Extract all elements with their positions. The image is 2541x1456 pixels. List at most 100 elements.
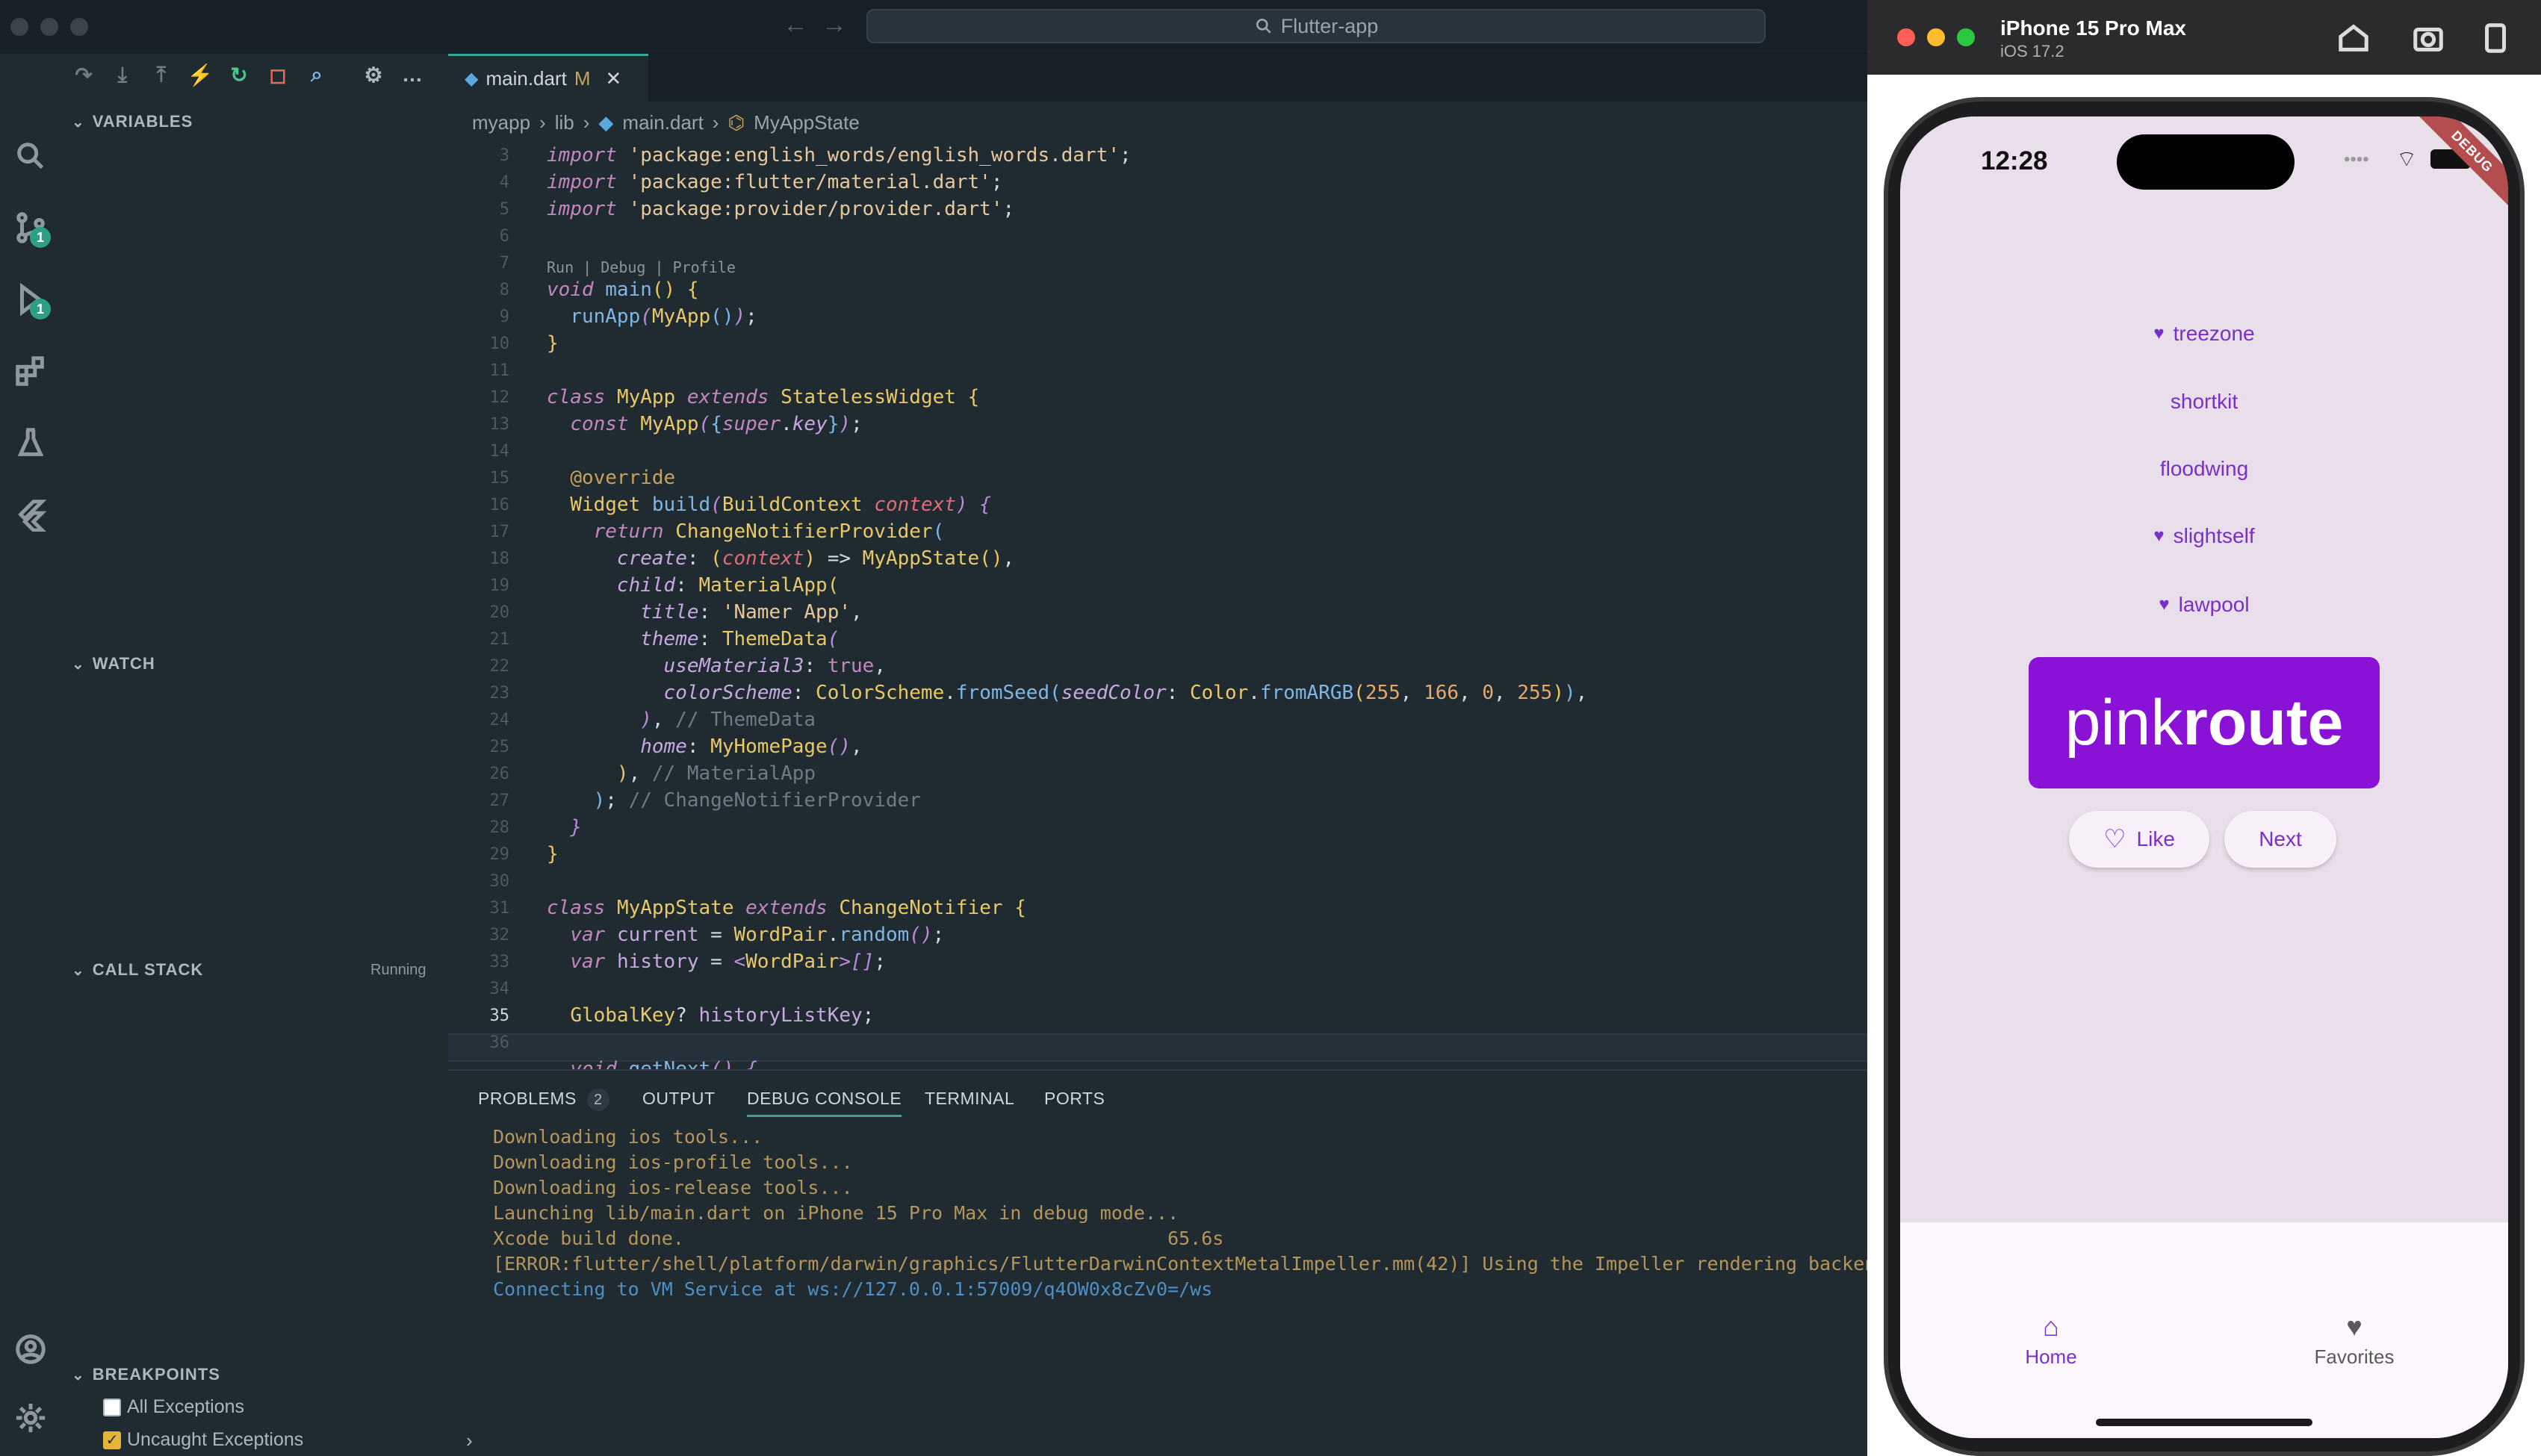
- history-word: shortkit: [2170, 390, 2238, 413]
- chevron-right-icon: ›: [583, 111, 590, 134]
- restart-icon[interactable]: ↻: [224, 61, 254, 88]
- breakpoints-label: BREAKPOINTS: [92, 1365, 220, 1384]
- close-icon[interactable]: ✕: [606, 67, 622, 90]
- code-line: ), // MaterialApp: [616, 762, 816, 785]
- breakpoint-checkbox[interactable]: ✓: [103, 1431, 121, 1449]
- step-into-icon[interactable]: ⤓: [108, 61, 137, 88]
- source-control-badge: 1: [30, 227, 51, 248]
- history-word: slightself: [2173, 524, 2255, 547]
- nav-home[interactable]: ⌂ Home: [1976, 1311, 2126, 1369]
- history-item[interactable]: floodwing: [1900, 457, 2508, 481]
- run-debug-icon[interactable]: 1: [10, 279, 51, 320]
- line-number: 35: [489, 1007, 510, 1025]
- watch-section-header[interactable]: ⌄ WATCH: [72, 654, 155, 673]
- editor-tab-bar: ◆ main.dart M ✕: [448, 54, 1882, 102]
- source-control-icon[interactable]: 1: [10, 208, 51, 248]
- tab-main-dart[interactable]: ◆ main.dart M ✕: [448, 54, 648, 102]
- minimize-window-icon[interactable]: [1927, 28, 1945, 46]
- line-number: 20: [489, 603, 510, 622]
- line-number: 4: [499, 173, 509, 192]
- dart-file-icon: ◆: [465, 69, 479, 89]
- debug-badge: 1: [30, 299, 51, 320]
- console-line: Connecting to VM Service at ws://127.0.0…: [493, 1278, 1213, 1300]
- home-icon[interactable]: [2336, 21, 2371, 55]
- status-time: 12:28: [1981, 146, 2048, 175]
- tab-ports[interactable]: PORTS: [1044, 1089, 1105, 1109]
- code-line: Widget build(BuildContext context) {: [570, 494, 991, 516]
- breakpoint-checkbox[interactable]: [103, 1398, 121, 1416]
- heart-icon: ♥: [2153, 526, 2165, 546]
- step-over-icon[interactable]: ↷: [69, 61, 99, 88]
- line-number: 25: [489, 738, 510, 756]
- line-number: 16: [489, 496, 510, 514]
- tab-problems[interactable]: PROBLEMS 2: [478, 1089, 609, 1111]
- breakpoint-uncaught-exceptions[interactable]: ✓ Uncaught Exceptions: [103, 1429, 303, 1451]
- hot-reload-icon[interactable]: ⚡: [185, 61, 215, 88]
- line-number: 5: [499, 200, 509, 219]
- line-number: 32: [489, 926, 510, 945]
- tab-debug-console[interactable]: DEBUG CONSOLE: [747, 1089, 902, 1117]
- line-number: 36: [489, 1033, 510, 1052]
- breadcrumb-item[interactable]: MyAppState: [754, 111, 860, 134]
- more-icon[interactable]: …: [397, 61, 427, 88]
- history-item[interactable]: ♥ treezone: [1900, 322, 2508, 346]
- history-item[interactable]: shortkit: [1900, 390, 2508, 414]
- device-name: iPhone 15 Pro Max: [2000, 16, 2186, 40]
- tab-output[interactable]: OUTPUT: [642, 1089, 716, 1109]
- line-number: 10: [489, 335, 510, 353]
- close-window-icon[interactable]: [1897, 28, 1915, 46]
- watch-label: WATCH: [92, 654, 155, 673]
- breakpoint-all-exceptions[interactable]: All Exceptions: [103, 1396, 244, 1418]
- wifi-icon: ⌔: [2396, 147, 2418, 172]
- close-window-icon[interactable]: [10, 18, 28, 36]
- history-item[interactable]: ♥ lawpool: [1900, 593, 2508, 617]
- devtools-icon[interactable]: ⌕: [302, 61, 332, 88]
- current-word-first: pink: [2064, 686, 2183, 759]
- testing-icon[interactable]: [10, 423, 51, 463]
- screenshot-icon[interactable]: [2411, 21, 2445, 55]
- zoom-window-icon[interactable]: [70, 18, 88, 36]
- zoom-window-icon[interactable]: [1957, 28, 1975, 46]
- tab-terminal[interactable]: TERMINAL: [925, 1089, 1014, 1109]
- step-out-icon[interactable]: ⤒: [146, 61, 176, 88]
- like-button[interactable]: ♡ Like: [2069, 811, 2209, 868]
- search-icon[interactable]: [10, 136, 51, 176]
- heart-icon: ♥: [2159, 594, 2170, 615]
- next-button[interactable]: Next: [2224, 811, 2336, 868]
- back-arrow-icon[interactable]: ←: [783, 10, 808, 40]
- codelens-run-debug-profile[interactable]: Run | Debug | Profile: [547, 258, 736, 276]
- code-line: void getNext() {: [570, 1058, 757, 1070]
- account-icon[interactable]: [10, 1329, 51, 1369]
- history-item[interactable]: ♥ slightself: [1900, 524, 2508, 548]
- code-line: import 'package:flutter/material.dart';: [547, 171, 1003, 193]
- tab-modified-status: M: [574, 67, 591, 90]
- dart-file-icon: ◆: [598, 111, 614, 134]
- code-line: var history = <WordPair>[];: [570, 951, 886, 973]
- breadcrumb-item[interactable]: main.dart: [622, 111, 703, 134]
- nav-favorites[interactable]: ♥ Favorites: [2280, 1311, 2429, 1369]
- command-center-label: Flutter-app: [1280, 14, 1379, 37]
- breadcrumb-item[interactable]: myapp: [472, 111, 530, 134]
- breakpoints-section-header[interactable]: ⌄ BREAKPOINTS: [72, 1365, 220, 1384]
- manage-gear-icon[interactable]: [10, 1398, 51, 1438]
- line-number: 18: [489, 550, 510, 568]
- chevron-down-icon: ⌄: [72, 962, 85, 979]
- extensions-icon[interactable]: [10, 351, 51, 391]
- forward-arrow-icon[interactable]: →: [822, 10, 847, 40]
- gear-icon[interactable]: ⚙: [359, 61, 388, 88]
- breadcrumb-item[interactable]: lib: [555, 111, 574, 134]
- command-center-search[interactable]: Flutter-app: [866, 9, 1766, 43]
- device-os: iOS 17.2: [2000, 42, 2064, 60]
- flutter-icon[interactable]: [10, 494, 51, 535]
- console-line: Xcode build done. 65.6s: [493, 1228, 1224, 1249]
- nav-favorites-label: Favorites: [2314, 1345, 2395, 1368]
- rotate-icon[interactable]: [2478, 21, 2513, 55]
- variables-section-header[interactable]: ⌄ VARIABLES: [72, 112, 193, 131]
- code-line: runApp(MyApp());: [570, 305, 757, 328]
- minimize-window-icon[interactable]: [40, 18, 58, 36]
- console-input-chevron-icon[interactable]: ›: [466, 1429, 473, 1452]
- home-icon: ⌂: [2043, 1311, 2059, 1342]
- console-line: [ERROR:flutter/shell/platform/darwin/gra…: [493, 1253, 1899, 1275]
- code-editor[interactable]: 3 4 5 6 7 8 9 10 11 12 13 14 15 16 17 18 19 20 21 22 23 24 25 2…: [448, 140, 1882, 1070]
- stop-icon[interactable]: ◻: [263, 61, 293, 88]
